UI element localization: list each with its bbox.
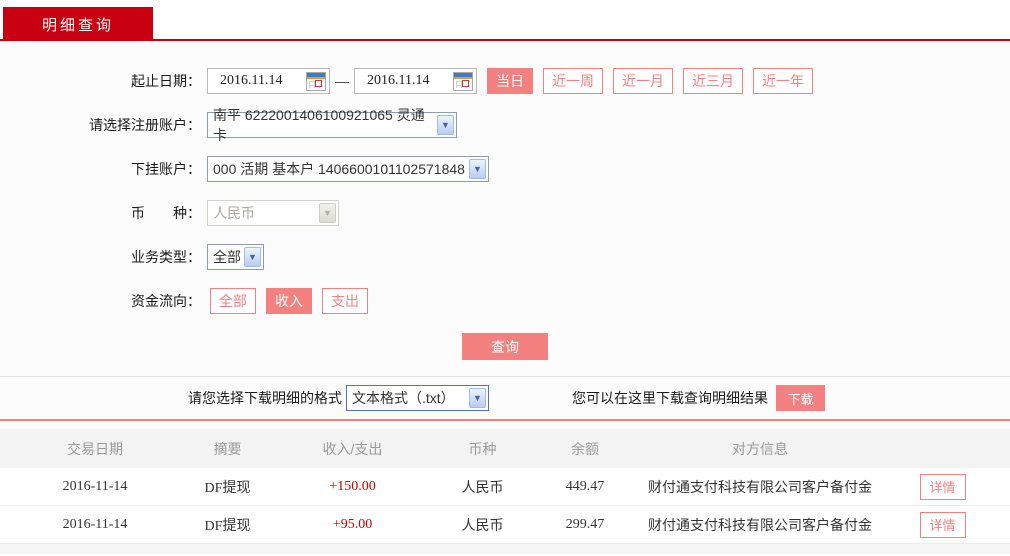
- business-type-value: 全部: [213, 249, 241, 265]
- quick-range-week-button[interactable]: 近一周: [543, 68, 603, 94]
- footer-strip: [0, 544, 1010, 554]
- start-date-value: 2016.11.14: [220, 73, 283, 88]
- currency-select: 人民币 ▼: [207, 200, 339, 226]
- tab-detail-query[interactable]: 明细查询: [3, 7, 153, 41]
- cell-amount: +150.00: [329, 478, 376, 494]
- header-balance: 余额: [571, 440, 599, 457]
- fund-direction-income-button[interactable]: 收入: [266, 288, 312, 314]
- currency-value: 人民币: [213, 205, 255, 221]
- chevron-down-icon: ▼: [469, 159, 486, 179]
- end-date-value: 2016.11.14: [367, 73, 430, 88]
- calendar-grid: [309, 80, 323, 88]
- chevron-down-icon: ▼: [319, 203, 336, 223]
- fund-direction-label: 资金流向：: [131, 293, 201, 309]
- cell-summary: DF提现: [204, 480, 251, 496]
- cell-currency: 人民币: [461, 478, 504, 495]
- calendar-icon[interactable]: [306, 71, 326, 91]
- business-type-label: 业务类型：: [131, 249, 201, 265]
- chevron-down-icon: ▼: [437, 115, 454, 135]
- calendar-icon[interactable]: [453, 71, 473, 91]
- sub-account-row: 下挂账户： 000 活期 基本户 1406600101102571848 ▼: [0, 156, 1010, 182]
- currency-row: 币 种： 人民币 ▼: [0, 200, 1010, 226]
- cell-date: 2016-11-14: [62, 478, 128, 494]
- cell-currency: 人民币: [461, 516, 504, 533]
- table-row: 2016-11-14 DF提现 +150.00 人民币 449.47 财付通支付…: [0, 468, 1010, 506]
- registered-account-select[interactable]: 南平 6222001406100921065 灵通卡 ▼: [207, 107, 457, 143]
- download-hint: 您可以在这里下载查询明细结果: [572, 390, 768, 406]
- registered-account-row: 请选择注册账户： 南平 6222001406100921065 灵通卡 ▼: [0, 107, 1010, 143]
- detail-button[interactable]: 详情: [919, 473, 966, 500]
- cell-date: 2016-11-14: [62, 516, 128, 532]
- download-row: 请您选择下载明细的格式 文本格式（.txt） ▼ 您可以在这里下载查询明细结果 …: [0, 377, 1010, 419]
- transactions-table: 交易日期 摘要 收入/支出 币种 余额 对方信息 2016-11-14 DF提现…: [0, 429, 1010, 554]
- fund-direction-row: 资金流向： 全部 收入 支出: [0, 288, 1010, 314]
- end-date-input[interactable]: 2016.11.14: [354, 68, 477, 94]
- download-format-value: 文本格式（.txt）: [352, 390, 455, 406]
- business-type-row: 业务类型： 全部 ▼: [0, 244, 1010, 270]
- fund-direction-expense-button[interactable]: 支出: [322, 288, 368, 314]
- date-separator: —: [335, 73, 349, 89]
- header-date: 交易日期: [67, 440, 123, 457]
- header-counterparty: 对方信息: [732, 440, 788, 457]
- header-summary: 摘要: [213, 440, 242, 457]
- quick-range-month-button[interactable]: 近一月: [613, 68, 673, 94]
- chevron-down-icon: ▼: [244, 247, 261, 267]
- chevron-down-icon: ▼: [469, 388, 486, 408]
- fund-direction-all-button[interactable]: 全部: [210, 288, 256, 314]
- download-format-label: 请您选择下载明细的格式: [188, 390, 342, 406]
- table-header-row: 交易日期 摘要 收入/支出 币种 余额 对方信息: [0, 429, 1010, 468]
- cell-counterparty: 财付通支付科技有限公司客户备付金: [648, 478, 872, 495]
- date-range-label: 起止日期：: [131, 73, 201, 89]
- cell-amount: +95.00: [332, 516, 373, 532]
- header-amount: 收入/支出: [322, 440, 383, 457]
- currency-label: 币 种：: [131, 205, 201, 221]
- table-row: 2016-11-14 DF提现 +95.00 人民币 299.47 财付通支付科…: [0, 506, 1010, 544]
- query-form: 起止日期： 2016.11.14 — 2016.11.14 当日 近一周 近一月…: [0, 41, 1010, 419]
- cell-balance: 299.47: [565, 516, 605, 532]
- sub-account-value: 000 活期 基本户 1406600101102571848: [213, 161, 465, 177]
- start-date-input[interactable]: 2016.11.14: [207, 68, 330, 94]
- sub-account-select[interactable]: 000 活期 基本户 1406600101102571848 ▼: [207, 156, 489, 182]
- registered-account-value: 南平 6222001406100921065 灵通卡: [213, 107, 425, 143]
- download-button[interactable]: 下载: [776, 385, 825, 411]
- registered-account-label: 请选择注册账户：: [89, 117, 201, 133]
- table-accent-line: [0, 419, 1010, 421]
- header-currency: 币种: [468, 440, 497, 457]
- detail-button[interactable]: 详情: [919, 511, 966, 538]
- business-type-select[interactable]: 全部 ▼: [207, 244, 264, 270]
- query-button[interactable]: 查询: [462, 333, 548, 360]
- tab-bar: 明细查询: [0, 0, 1010, 41]
- calendar-grid: [456, 80, 470, 88]
- quick-range-3months-button[interactable]: 近三月: [683, 68, 743, 94]
- sub-account-label: 下挂账户：: [131, 161, 201, 177]
- quick-range-today-button[interactable]: 当日: [487, 68, 533, 94]
- cell-summary: DF提现: [204, 518, 251, 534]
- tab-label: 明细查询: [41, 16, 114, 34]
- cell-counterparty: 财付通支付科技有限公司客户备付金: [648, 516, 872, 533]
- quick-range-year-button[interactable]: 近一年: [753, 68, 813, 94]
- cell-balance: 449.47: [565, 478, 605, 494]
- date-range-row: 起止日期： 2016.11.14 — 2016.11.14 当日 近一周 近一月…: [0, 68, 1010, 94]
- download-format-select[interactable]: 文本格式（.txt） ▼: [346, 385, 489, 411]
